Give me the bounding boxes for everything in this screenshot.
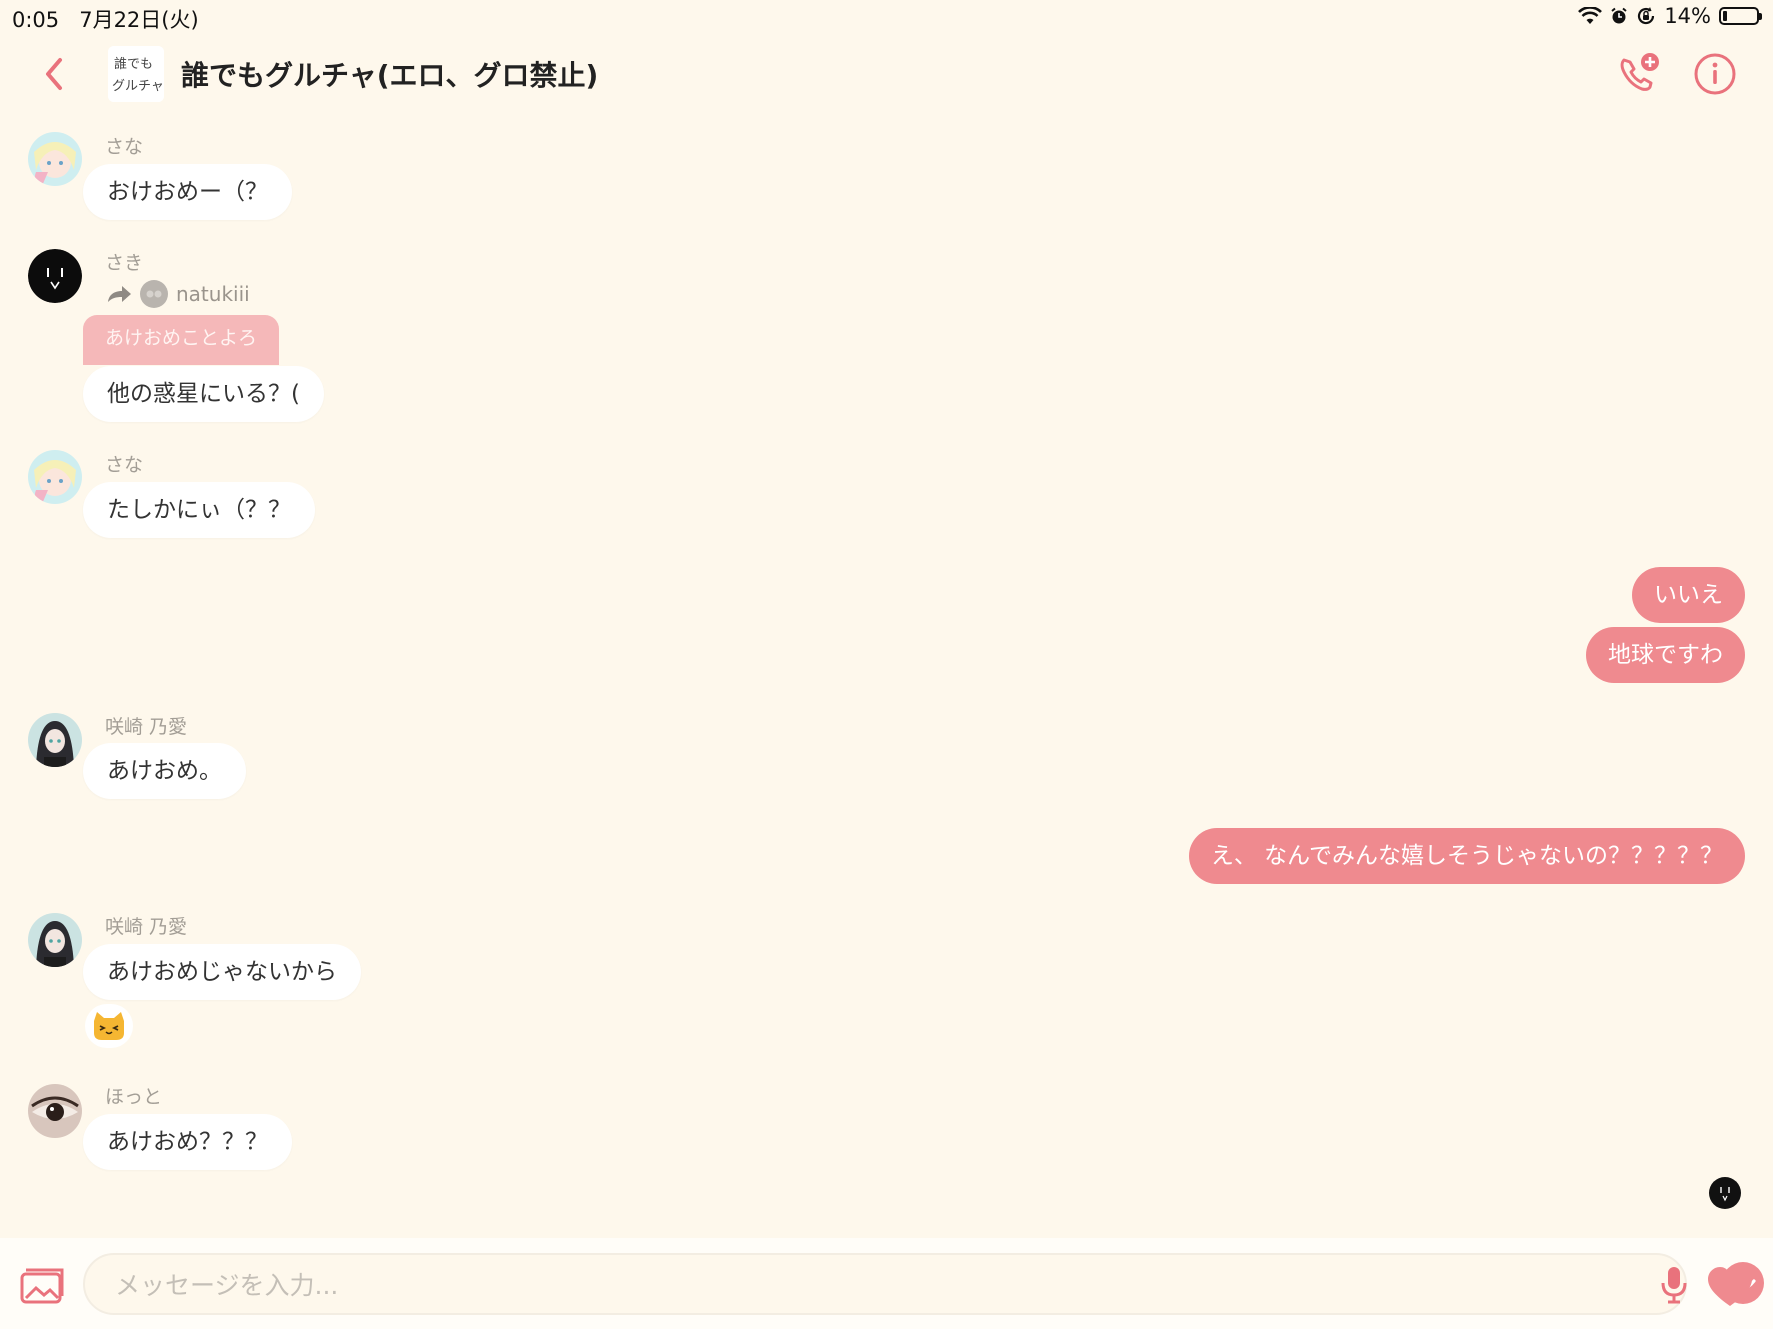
avatar-noa[interactable] <box>28 913 82 967</box>
wifi-icon <box>1578 7 1603 24</box>
avatar-hotto[interactable] <box>28 1084 82 1138</box>
heart-icon[interactable] <box>1706 1266 1754 1308</box>
battery-icon <box>1719 7 1762 25</box>
cat-face-icon <box>94 1012 124 1040</box>
message-bubble[interactable]: 他の惑星にいる？( <box>83 366 324 422</box>
battery-percent: 14% <box>1664 4 1711 28</box>
avatar-saki[interactable] <box>28 249 82 303</box>
outgoing-message-bubble[interactable]: いいえ <box>1632 567 1745 623</box>
message-input-wrapper <box>83 1253 1764 1315</box>
microphone-icon[interactable] <box>1659 1265 1689 1305</box>
message-input[interactable] <box>113 1255 1537 1315</box>
forwarded-avatar <box>140 280 168 308</box>
outgoing-message-bubble[interactable]: 地球ですわ <box>1586 627 1745 683</box>
sender-name: さな <box>105 136 144 158</box>
phone-plus-icon[interactable] <box>1614 50 1662 98</box>
image-icon[interactable] <box>20 1268 64 1306</box>
group-title: 誰でもグルチャ(エロ、グロ禁止) <box>181 59 599 92</box>
forwarded-from[interactable]: natukiii <box>106 280 250 308</box>
composer-bar <box>0 1238 1773 1329</box>
avatar-noa[interactable] <box>28 713 82 767</box>
message-bubble[interactable]: あけおめ？？？ <box>83 1114 292 1170</box>
message-bubble[interactable]: あけおめ。 <box>83 743 246 799</box>
chat-header: 誰でも グルチャ 誰でもグルチャ(エロ、グロ禁止) <box>0 38 1773 108</box>
forward-arrow-icon <box>108 286 131 302</box>
avatar-sana[interactable] <box>28 132 82 186</box>
svg-text:誰でも: 誰でも <box>114 56 153 72</box>
forwarded-user: natukiii <box>176 282 250 306</box>
sender-name: さき <box>105 252 144 274</box>
message-bubble[interactable]: たしかにぃ（？？ <box>83 482 315 538</box>
status-date: 7月22日(火) <box>79 8 199 32</box>
status-bar: 0:05 7月22日(火) 14% <box>0 0 1773 36</box>
orientation-lock-icon <box>1638 7 1655 25</box>
sender-name: ほっと <box>105 1086 163 1108</box>
message-bubble[interactable]: おけおめー（？ <box>83 164 292 220</box>
outgoing-message-bubble[interactable]: え、 なんでみんな嬉しそうじゃないの？？？？？ <box>1188 828 1745 884</box>
info-circle-icon[interactable] <box>1693 52 1737 96</box>
status-time: 0:05 7月22日(火) <box>12 8 199 32</box>
sender-name: 咲崎 乃愛 <box>105 716 188 738</box>
read-receipt-avatar <box>1709 1177 1741 1209</box>
group-avatar-image: 誰でも グルチャ <box>108 46 164 102</box>
group-avatar[interactable]: 誰でも グルチャ <box>108 46 164 102</box>
alarm-icon <box>1611 7 1627 24</box>
sender-name: さな <box>105 454 144 476</box>
sender-name: 咲崎 乃愛 <box>105 916 188 938</box>
avatar-sana[interactable] <box>28 450 82 504</box>
svg-text:グルチャ: グルチャ <box>112 79 164 94</box>
quoted-message[interactable]: あけおめことよろ <box>83 315 280 365</box>
message-bubble[interactable]: あけおめじゃないから <box>83 944 361 1000</box>
back-chevron-icon[interactable] <box>38 54 72 94</box>
reaction-badge[interactable] <box>85 1004 133 1048</box>
